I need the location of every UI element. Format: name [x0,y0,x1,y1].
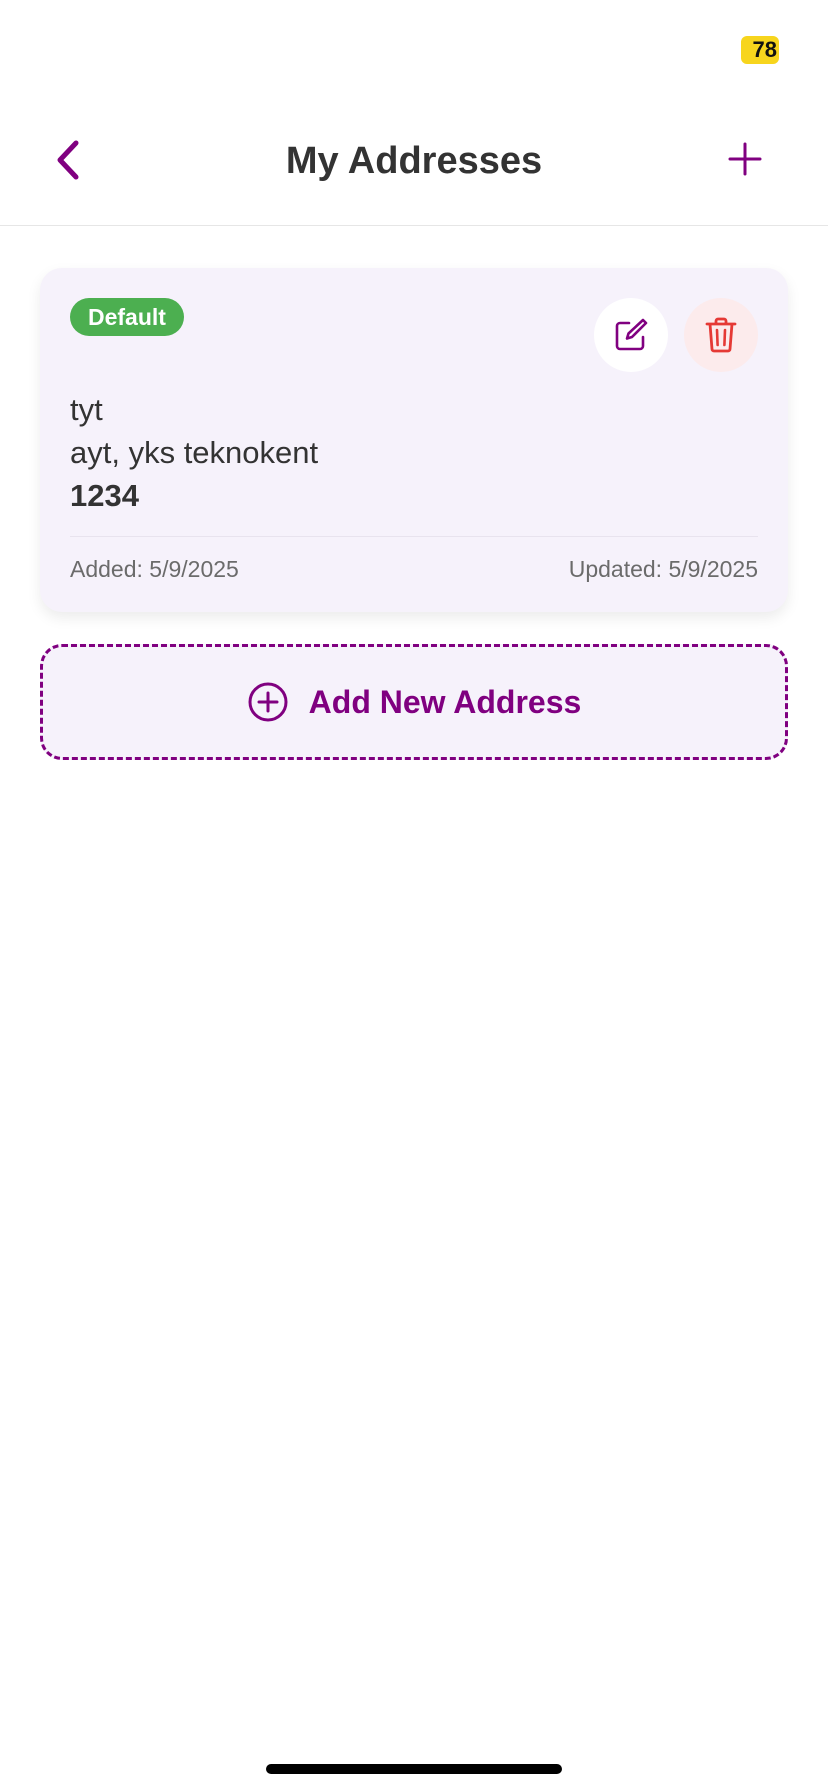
add-new-address-button[interactable]: Add New Address [40,644,788,760]
battery-level-badge: 78 [741,36,779,64]
address-card: Default tyt ayt, yks teknokent 1234 Adde… [40,268,788,612]
page-title: My Addresses [285,140,543,182]
address-postcode: 1234 [70,478,139,513]
plus-circle-icon [247,681,289,723]
card-divider [70,536,758,537]
header: My Addresses [0,100,828,226]
address-line: ayt, yks teknokent [70,435,319,470]
plus-icon [728,142,762,176]
delete-address-button[interactable] [684,298,758,372]
added-date: Added: 5/9/2025 [70,556,239,582]
default-badge: Default [70,298,184,336]
status-bar: 78 [0,0,828,100]
add-address-header-button[interactable] [722,136,768,182]
home-indicator[interactable] [266,1764,562,1774]
address-name: tyt [70,392,103,427]
updated-date: Updated: 5/9/2025 [568,556,758,582]
trash-icon [705,317,737,353]
edit-icon [615,318,648,351]
edit-address-button[interactable] [594,298,668,372]
add-new-address-label: Add New Address [308,684,582,720]
